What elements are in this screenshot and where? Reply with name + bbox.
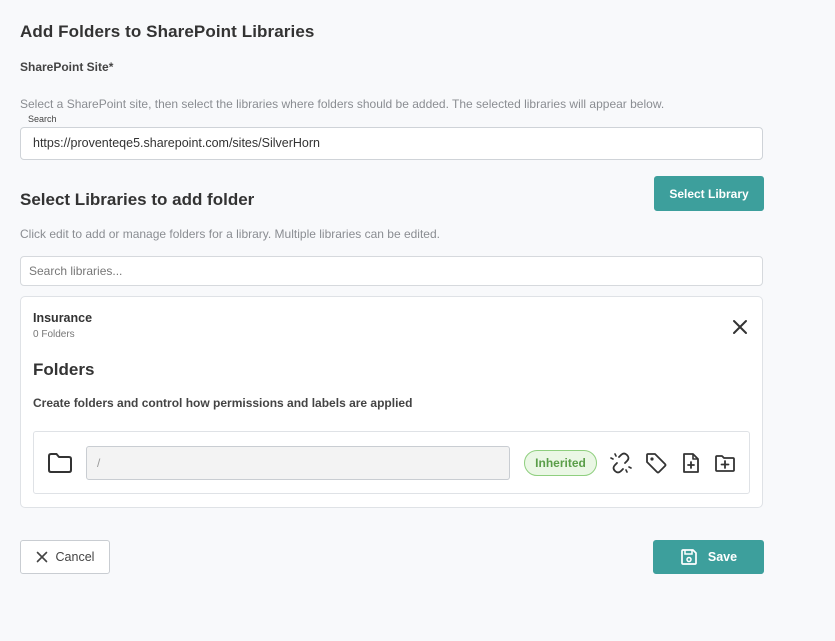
folder-icon bbox=[48, 453, 72, 473]
add-folder-icon[interactable] bbox=[714, 452, 736, 474]
library-name: Insurance bbox=[33, 311, 93, 325]
permission-badge[interactable]: Inherited bbox=[524, 450, 597, 476]
close-icon bbox=[36, 551, 47, 563]
libraries-help: Click edit to add or manage folders for … bbox=[20, 227, 440, 241]
folders-title: Folders bbox=[33, 360, 95, 379]
libraries-section-title: Select Libraries to add folder bbox=[20, 190, 255, 209]
cancel-button[interactable]: Cancel bbox=[20, 540, 110, 574]
sharepoint-site-help: Select a SharePoint site, then select th… bbox=[20, 97, 665, 111]
unlink-icon[interactable] bbox=[610, 452, 632, 474]
library-folder-count: 0 Folders bbox=[33, 329, 75, 340]
save-icon bbox=[681, 549, 697, 565]
tag-icon[interactable] bbox=[645, 452, 667, 474]
site-search-label: Search bbox=[25, 114, 60, 124]
close-icon[interactable] bbox=[731, 318, 749, 336]
cancel-label: Cancel bbox=[55, 550, 95, 564]
save-label: Save bbox=[707, 550, 738, 564]
page-title: Add Folders to SharePoint Libraries bbox=[20, 22, 315, 41]
site-url-input[interactable]: https://proventeqe5.sharepoint.com/sites… bbox=[20, 127, 763, 160]
folders-help: Create folders and control how permissio… bbox=[33, 396, 413, 410]
add-file-icon[interactable] bbox=[680, 452, 702, 474]
sharepoint-site-label: SharePoint Site* bbox=[20, 60, 114, 74]
library-search-input[interactable]: Search libraries... bbox=[20, 256, 763, 286]
select-library-button[interactable]: Select Library bbox=[654, 176, 764, 211]
save-button[interactable]: Save bbox=[653, 540, 764, 574]
folder-path-input[interactable]: / bbox=[86, 446, 510, 480]
